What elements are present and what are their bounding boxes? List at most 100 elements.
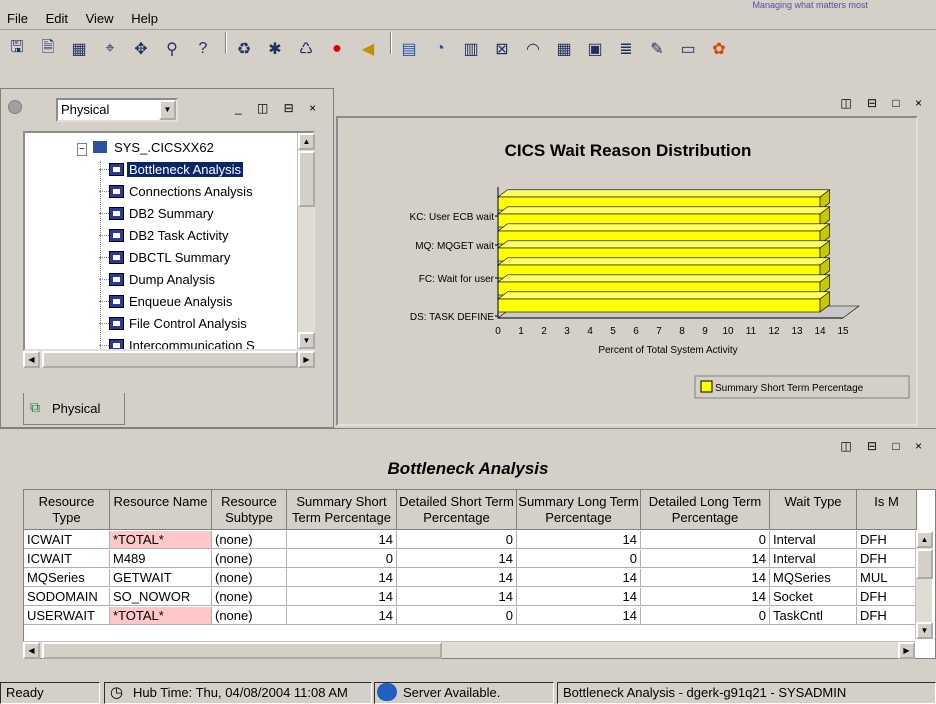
table-vscrollbar[interactable]: ▲ ▼ bbox=[915, 531, 933, 639]
tree-item[interactable]: Dump Analysis bbox=[99, 269, 217, 291]
table-cell: 14 bbox=[287, 531, 397, 549]
tree-item-label: Connections Analysis bbox=[129, 184, 253, 199]
column-header[interactable]: Wait Type bbox=[770, 490, 857, 530]
table-cell: (none) bbox=[212, 588, 287, 606]
tree-item[interactable]: Enqueue Analysis bbox=[99, 291, 234, 313]
table-cell: ICWAIT bbox=[24, 531, 110, 549]
table-cell: 0 bbox=[397, 607, 517, 625]
table-hscrollbar[interactable]: ◀ ▶ bbox=[23, 641, 915, 659]
tree-item[interactable]: Intercommunication S bbox=[99, 335, 257, 349]
table-window-controls[interactable]: ◫ ⊟ □ × bbox=[840, 439, 928, 453]
menu-bar: Managing what matters most File Edit Vie… bbox=[0, 0, 936, 30]
table-cell: Socket bbox=[770, 588, 857, 606]
scroll-up-icon[interactable]: ▲ bbox=[298, 133, 315, 150]
scroll-thumb[interactable] bbox=[298, 151, 315, 207]
menu-view[interactable]: View bbox=[79, 8, 121, 30]
x-tick-label: 10 bbox=[722, 326, 734, 337]
notepad-icon[interactable]: ▣ bbox=[584, 38, 606, 60]
navigator-window-controls[interactable]: _ ◫ ⊟ × bbox=[235, 101, 322, 115]
stop-icon[interactable]: ● bbox=[326, 38, 348, 60]
table-cell: TaskCntl bbox=[770, 607, 857, 625]
chart-title: CICS Wait Reason Distribution bbox=[505, 141, 752, 160]
tree-vscrollbar[interactable]: ▲ ▼ bbox=[297, 133, 315, 349]
recycle-icon[interactable]: ♺ bbox=[295, 38, 317, 60]
editor-icon[interactable]: ≣ bbox=[615, 38, 637, 60]
table-scroll-thumb[interactable] bbox=[916, 549, 933, 579]
tree-item[interactable]: DB2 Task Activity bbox=[99, 225, 230, 247]
workspace-icon bbox=[109, 317, 124, 330]
column-header[interactable]: Detailed Long Term Percentage bbox=[641, 490, 770, 530]
pie-chart-icon[interactable]: ◔ bbox=[429, 38, 451, 60]
legend-label: Summary Short Term Percentage bbox=[715, 383, 864, 394]
tree-item-label: DB2 Summary bbox=[129, 206, 214, 221]
tree-item[interactable]: Bottleneck Analysis bbox=[99, 159, 245, 181]
column-header[interactable]: Resource Subtype bbox=[212, 490, 287, 530]
scroll-down-icon[interactable]: ▼ bbox=[298, 332, 315, 349]
speaker-icon[interactable]: ◀ bbox=[357, 38, 379, 60]
scroll-right-icon[interactable]: ▶ bbox=[298, 351, 315, 368]
pen-icon[interactable]: ✎ bbox=[646, 38, 668, 60]
tree-item[interactable]: DB2 Summary bbox=[99, 203, 216, 225]
table-icon[interactable]: ▤ bbox=[398, 38, 420, 60]
tree-hscrollbar[interactable]: ◀ ▶ bbox=[23, 351, 315, 368]
tree-root[interactable]: − SYS_.CICSXX62 bbox=[77, 137, 214, 159]
chart-window-controls[interactable]: ◫ ⊟ □ × bbox=[840, 96, 928, 110]
bar-chart-icon[interactable]: ▥ bbox=[460, 38, 482, 60]
workspace-icon bbox=[109, 273, 124, 286]
bar-top bbox=[497, 206, 831, 215]
table-cell: 0 bbox=[641, 531, 770, 549]
table-cell: USERWAIT bbox=[24, 607, 110, 625]
view-select[interactable]: Physical ▼ bbox=[56, 98, 178, 122]
table-cell: ICWAIT bbox=[24, 550, 110, 568]
refresh-icon[interactable]: ♻ bbox=[233, 38, 255, 60]
table-hscroll-thumb[interactable] bbox=[42, 642, 442, 659]
scroll-left-icon[interactable]: ◀ bbox=[23, 351, 40, 368]
x-axis-label: Percent of Total System Activity bbox=[598, 345, 737, 356]
properties-icon[interactable]: 🗎 bbox=[37, 38, 59, 60]
terminal-icon[interactable]: ▭ bbox=[677, 38, 699, 60]
help-icon[interactable]: ? bbox=[192, 38, 214, 60]
scroll-up-icon[interactable]: ▲ bbox=[916, 531, 933, 548]
table-cell: 0 bbox=[287, 550, 397, 568]
gauge-icon[interactable]: ◠ bbox=[522, 38, 544, 60]
table-cell: MQSeries bbox=[24, 569, 110, 587]
tree-item[interactable]: Connections Analysis bbox=[99, 181, 255, 203]
status-ready: Ready bbox=[0, 682, 100, 704]
x-tick-label: 0 bbox=[495, 326, 501, 337]
column-header[interactable]: Resource Name bbox=[110, 490, 212, 530]
bar-top bbox=[497, 240, 831, 249]
scroll-right-icon[interactable]: ▶ bbox=[898, 642, 915, 659]
scroll-down-icon[interactable]: ▼ bbox=[916, 622, 933, 639]
save-icon[interactable]: 🖫 bbox=[6, 38, 28, 60]
tree-root-label: SYS_.CICSXX62 bbox=[114, 140, 214, 155]
collapse-icon[interactable]: − bbox=[77, 143, 87, 156]
binoculars-icon[interactable]: ⚲ bbox=[161, 38, 183, 60]
scroll-left-icon[interactable]: ◀ bbox=[23, 642, 40, 659]
menu-file[interactable]: File bbox=[0, 8, 35, 30]
grid-icon[interactable]: ▦ bbox=[553, 38, 575, 60]
color-icon[interactable]: ✿ bbox=[708, 38, 730, 60]
column-header[interactable]: Is M bbox=[857, 490, 917, 530]
column-header[interactable]: Summary Short Term Percentage bbox=[287, 490, 397, 530]
legend-swatch bbox=[700, 380, 713, 393]
workspace-icon bbox=[109, 339, 124, 349]
view-icon[interactable]: ▦ bbox=[68, 38, 90, 60]
bar-top bbox=[497, 257, 831, 266]
menu-edit[interactable]: Edit bbox=[39, 8, 75, 30]
tree-item[interactable]: DBCTL Summary bbox=[99, 247, 232, 269]
menu-help[interactable]: Help bbox=[124, 8, 165, 30]
history-icon[interactable]: ✱ bbox=[264, 38, 286, 60]
tab-physical[interactable]: ⧉ Physical bbox=[23, 393, 125, 425]
column-header[interactable]: Resource Type bbox=[24, 490, 110, 530]
plot-chart-icon[interactable]: ⊠ bbox=[491, 38, 513, 60]
tree-item[interactable]: File Control Analysis bbox=[99, 313, 249, 335]
column-header[interactable]: Detailed Short Term Percentage bbox=[397, 490, 517, 530]
chevron-down-icon[interactable]: ▼ bbox=[159, 100, 176, 120]
network-icon[interactable]: ✥ bbox=[130, 38, 152, 60]
column-header[interactable]: Summary Long Term Percentage bbox=[517, 490, 641, 530]
workspace-icon bbox=[109, 163, 124, 176]
workspace-icon bbox=[109, 185, 124, 198]
find-icon[interactable]: ⌖ bbox=[99, 38, 121, 60]
workspace-icon bbox=[109, 207, 124, 220]
hscroll-thumb[interactable] bbox=[42, 351, 298, 368]
